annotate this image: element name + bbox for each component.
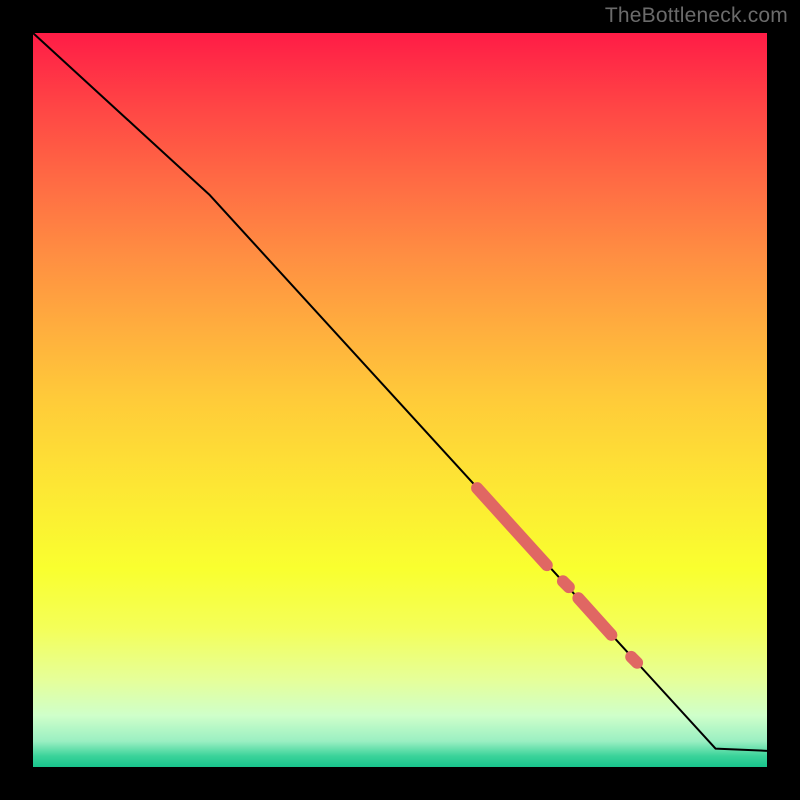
highlight-dot-b bbox=[631, 657, 637, 663]
highlight-dot-a bbox=[563, 581, 569, 587]
watermark-text: TheBottleneck.com bbox=[605, 4, 788, 28]
highlight-segment-a bbox=[477, 488, 547, 565]
highlight-segment-b bbox=[578, 598, 611, 635]
main-curve bbox=[33, 33, 767, 751]
chart-overlay bbox=[0, 0, 800, 800]
